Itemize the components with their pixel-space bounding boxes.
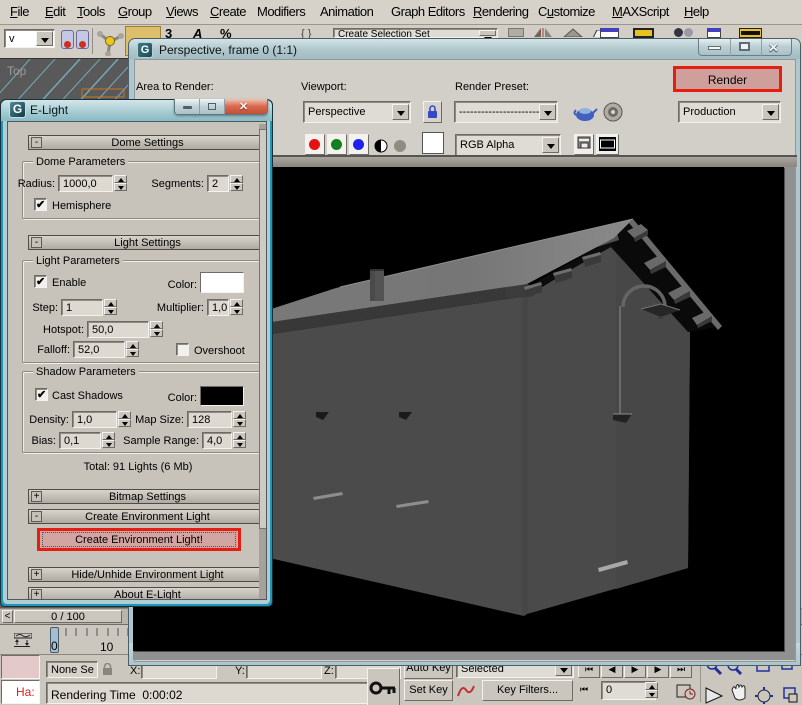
- svg-text:10: 10: [100, 640, 114, 654]
